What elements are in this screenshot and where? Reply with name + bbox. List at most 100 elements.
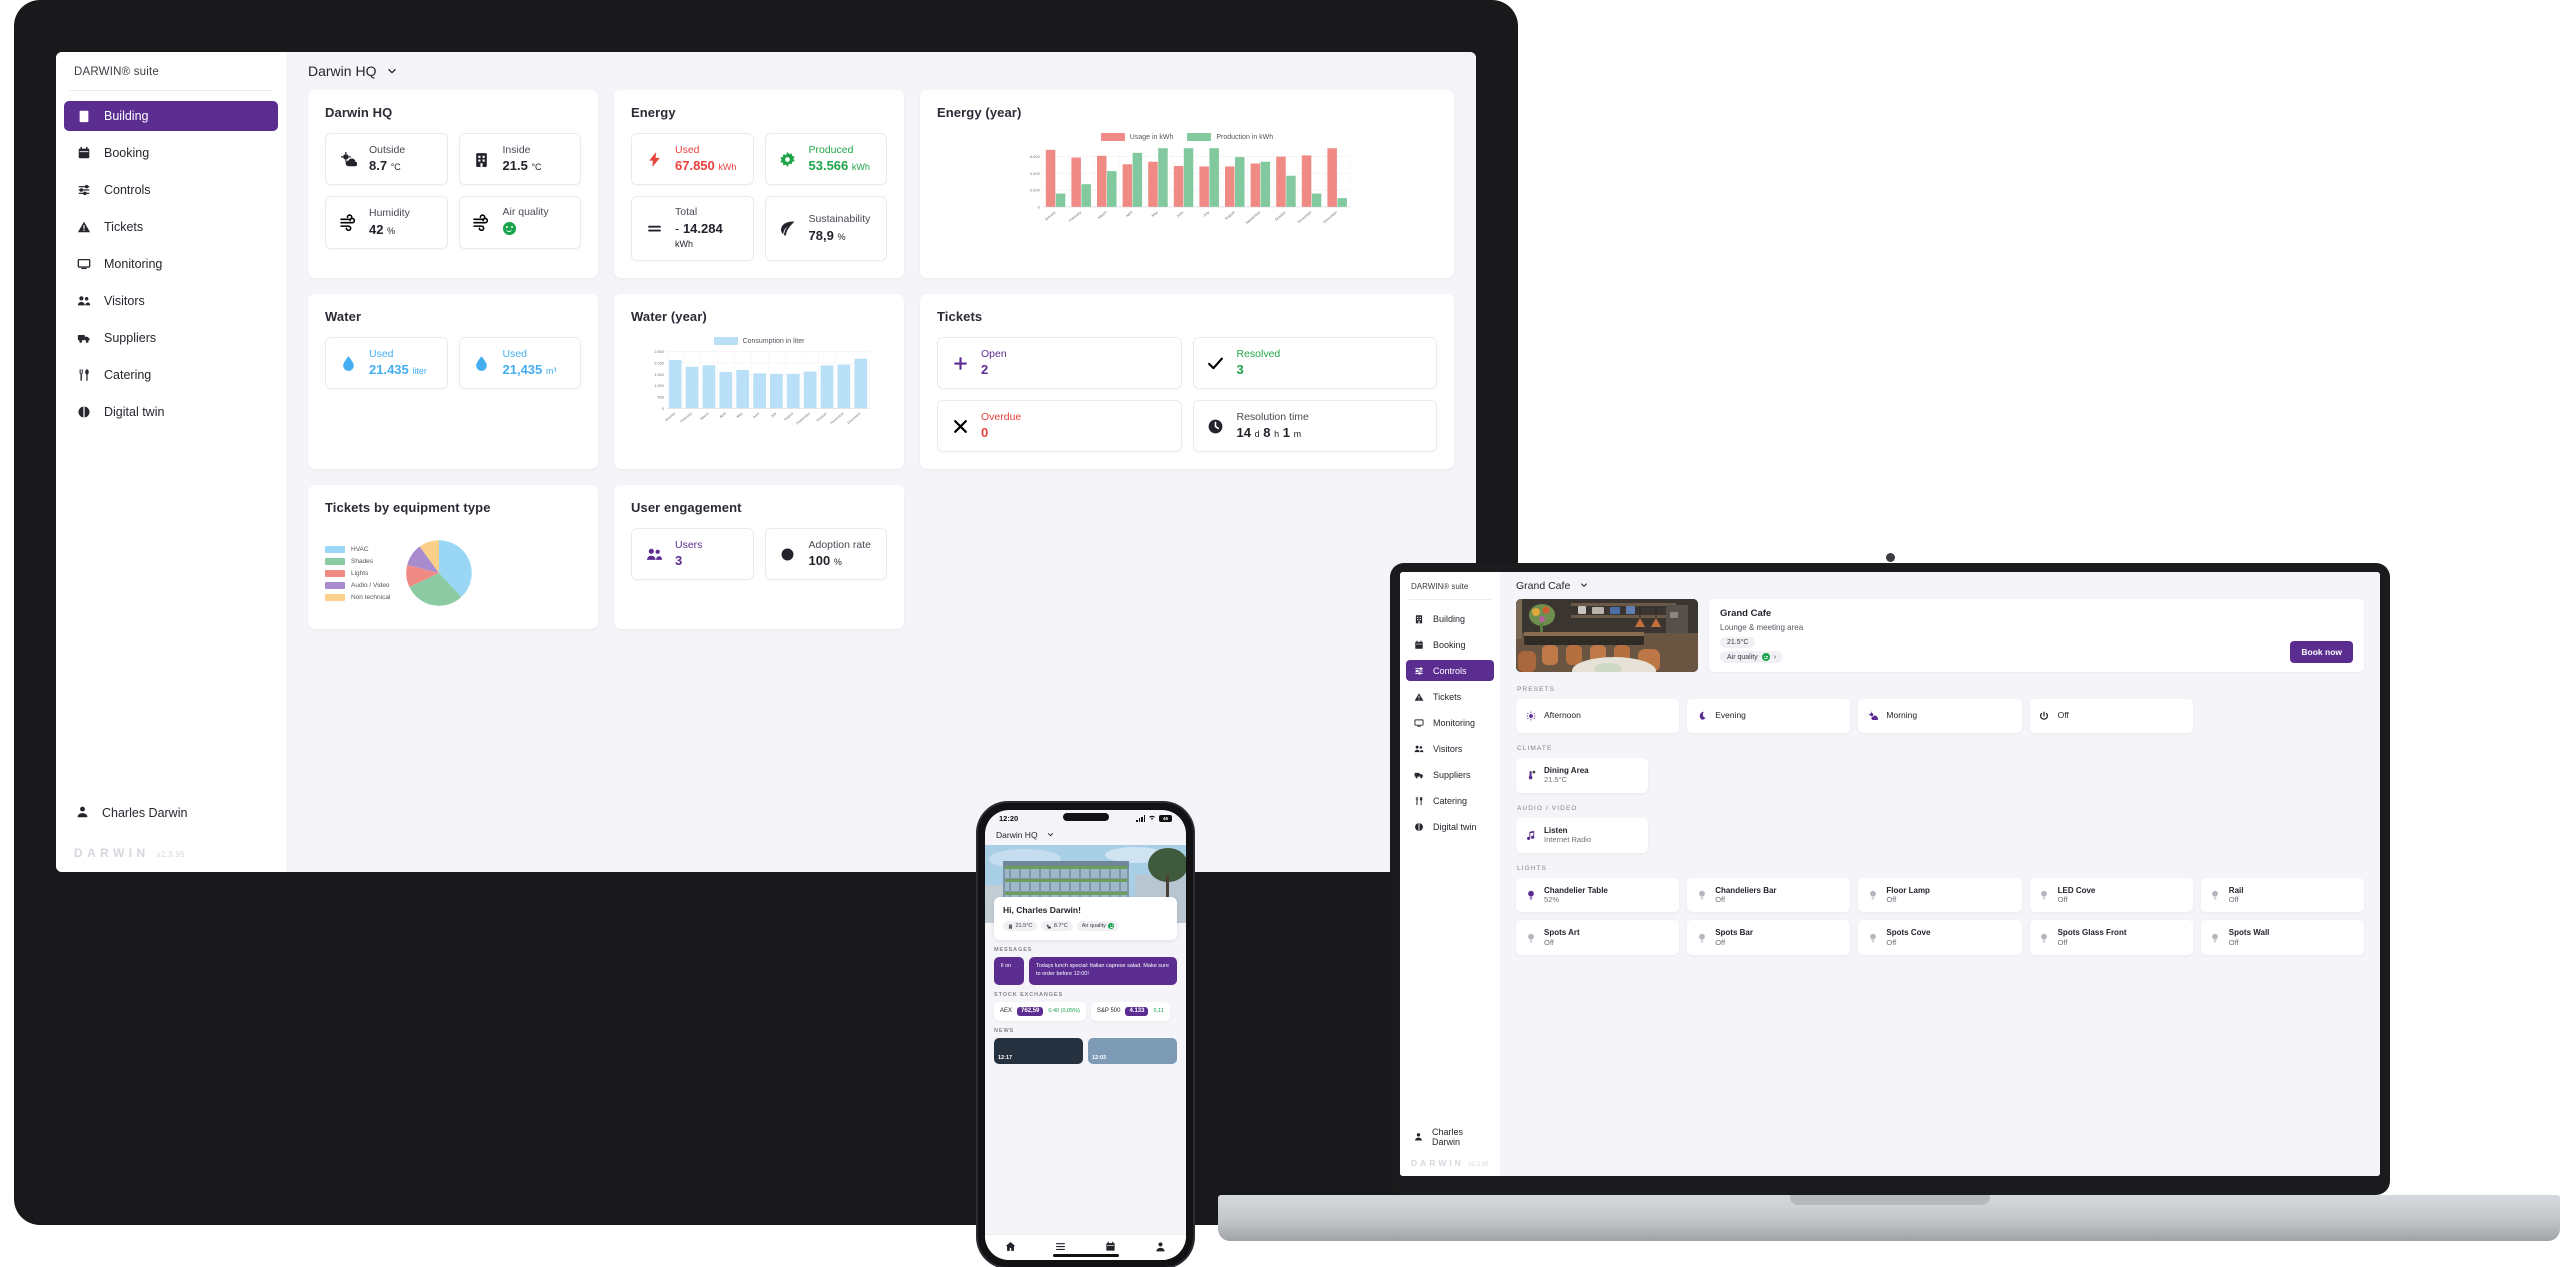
- sidebar-item-controls[interactable]: Controls: [64, 175, 278, 205]
- sidebar-item-digital-twin[interactable]: Digital twin: [1406, 816, 1494, 837]
- control-led-cove[interactable]: LED Cove Off: [2029, 877, 2193, 913]
- control-chandeliers-bar[interactable]: Chandeliers Bar Off: [1687, 877, 1851, 913]
- building-icon: [1415, 614, 1423, 623]
- control-spots-bar[interactable]: Spots Bar Off: [1687, 920, 1851, 956]
- building-icon: [476, 152, 487, 167]
- stock-card[interactable]: S&P 500 4.133 0,11: [1090, 1001, 1170, 1021]
- profile-icon: [1156, 1241, 1165, 1251]
- phone-status-chips: 21.5°C 8.7°C Air quality: [1003, 921, 1168, 931]
- bar: [1311, 193, 1322, 207]
- x-tick-label: September: [795, 411, 811, 426]
- card-user-engagement: User engagement Users 3 Adoption rate 100 %: [614, 485, 904, 630]
- tile-grid: Open 2 Resolved 3 Overdue 0 Resolution time 14 …: [937, 337, 1437, 453]
- control-floor-lamp[interactable]: Floor Lamp Off: [1858, 877, 2022, 913]
- control-morning[interactable]: Morning: [1858, 699, 2022, 733]
- x-tick-label: June: [752, 412, 760, 420]
- sidebar-item-tickets[interactable]: Tickets: [64, 212, 278, 242]
- control-evening[interactable]: Evening: [1687, 699, 1851, 733]
- legend-item: Usage in kWh: [1100, 133, 1173, 141]
- metric-tile[interactable]: Outside 8.7 °C: [325, 133, 448, 185]
- sidebar-item-booking[interactable]: Booking: [64, 138, 278, 168]
- metric-tile[interactable]: Inside 21.5 °C: [458, 133, 581, 185]
- metric-tile[interactable]: Produced 53.566 kWh: [764, 133, 887, 185]
- sidebar-item-label: Building: [104, 109, 149, 123]
- sidebar-item-catering[interactable]: Catering: [64, 360, 278, 390]
- control-spots-glass-front[interactable]: Spots Glass Front Off: [2029, 920, 2193, 956]
- control-spots-cove[interactable]: Spots Cove Off: [1858, 920, 2022, 956]
- moon-icon: [1699, 711, 1706, 720]
- phone-home-indicator: [1052, 1254, 1119, 1257]
- air-quality-chip[interactable]: Air quality ›: [1720, 651, 1784, 663]
- control-afternoon[interactable]: Afternoon: [1516, 699, 1680, 733]
- control-rail[interactable]: Rail Off: [2200, 877, 2364, 913]
- smiley-green-icon: [1108, 923, 1115, 929]
- sidebar-item-suppliers[interactable]: Suppliers: [64, 323, 278, 353]
- sidebar-item-visitors[interactable]: Visitors: [64, 286, 278, 316]
- book-now-button[interactable]: Book now: [2290, 641, 2353, 663]
- control-spots-wall[interactable]: Spots Wall Off: [2200, 920, 2364, 956]
- control-listen[interactable]: Listen Internet Radio: [1516, 817, 1648, 853]
- legend-item: Audio / Video: [325, 581, 390, 589]
- metric-tile[interactable]: Overdue 0: [937, 400, 1182, 453]
- sidebar-item-monitoring[interactable]: Monitoring: [64, 249, 278, 279]
- building-selector-label: Darwin HQ: [308, 63, 377, 79]
- tile-label: Used: [502, 347, 528, 360]
- energy-year-chart: Usage in kWh Production in kWh 0 2.000 4.00…: [937, 133, 1437, 244]
- tab-profile[interactable]: [1155, 1239, 1166, 1257]
- building-selector[interactable]: Darwin HQ: [308, 63, 397, 79]
- metric-tile[interactable]: Open 2: [937, 337, 1182, 390]
- laptop-user[interactable]: Charles Darwin: [1400, 1126, 1500, 1147]
- metric-tile[interactable]: Air quality: [458, 196, 581, 249]
- message-bubble[interactable]: Todays lunch special: Italian caprese sa…: [1029, 957, 1177, 985]
- message-bubble[interactable]: ll on: [994, 957, 1024, 985]
- desktop-user[interactable]: Charles Darwin: [56, 798, 286, 828]
- sidebar-item-controls[interactable]: Controls: [1406, 660, 1494, 681]
- control-name: Spots Art: [1544, 928, 1580, 938]
- cutlery-icon: [76, 368, 91, 383]
- bar: [1286, 175, 1296, 207]
- metric-tile[interactable]: Used 21,435 m³: [458, 337, 581, 390]
- phone-topbar[interactable]: Darwin HQ: [985, 825, 1186, 845]
- metric-tile[interactable]: Users 3: [631, 528, 754, 581]
- bar: [786, 373, 800, 409]
- sidebar-item-monitoring[interactable]: Monitoring: [1406, 712, 1494, 733]
- metric-tile[interactable]: Adoption rate 100 %: [764, 528, 887, 581]
- metric-tile[interactable]: Sustainability 78,9 %: [764, 196, 887, 262]
- stock-card[interactable]: AEX 762,59 0,40 (0,05%): [994, 1001, 1086, 1021]
- section-label: STOCK EXCHANGES: [994, 991, 1064, 998]
- control-dining-area[interactable]: Dining Area 21.5°C: [1516, 758, 1648, 793]
- control-chandelier-table[interactable]: Chandelier Table 52%: [1516, 877, 1680, 913]
- tile-value: 21.435: [369, 362, 409, 378]
- metric-tile[interactable]: Humidity 42 %: [325, 196, 448, 249]
- control-sections: PRESETS Afternoon Evening Morning Off CLIMATE…: [1516, 686, 2364, 956]
- room-selector[interactable]: Grand Cafe: [1516, 580, 1588, 592]
- sidebar-item-building[interactable]: Building: [64, 101, 278, 131]
- dashboard-row-2: Water Used 21.435 liter Used 21,435 m³ Wate…: [308, 294, 1454, 470]
- control-value: 21.5°C: [1544, 775, 1568, 785]
- tab-home[interactable]: [1005, 1239, 1016, 1257]
- tile-value-row: 21.435 liter: [369, 363, 427, 377]
- tile-value-row: 14 d 8 h 1 m: [1237, 426, 1309, 440]
- control-off[interactable]: Off: [2029, 699, 2193, 733]
- sidebar-item-label: Catering: [104, 368, 152, 382]
- moon-icon: [1696, 711, 1707, 721]
- sidebar-item-catering[interactable]: Catering: [1406, 790, 1494, 811]
- profile-icon: [1414, 1132, 1423, 1141]
- bar: [1225, 166, 1235, 207]
- sidebar-item-digital-twin[interactable]: Digital twin: [64, 397, 278, 427]
- news-card[interactable]: 12:17: [994, 1037, 1083, 1064]
- metric-tile[interactable]: Used 67.850 kWh: [631, 133, 754, 185]
- sidebar-item-suppliers[interactable]: Suppliers: [1406, 764, 1494, 785]
- metric-tile[interactable]: Resolution time 14 d 8 h 1 m: [1192, 400, 1437, 453]
- control-spots-art[interactable]: Spots Art Off: [1516, 920, 1680, 956]
- tile-label: Adoption rate: [808, 538, 871, 551]
- metric-tile[interactable]: Resolved 3: [1192, 337, 1437, 390]
- metric-tile[interactable]: Total - 14.284 kWh: [631, 196, 754, 262]
- sidebar-item-building[interactable]: Building: [1406, 608, 1494, 629]
- sidebar-item-visitors[interactable]: Visitors: [1406, 738, 1494, 759]
- cutlery-icon: [79, 369, 89, 381]
- sidebar-item-booking[interactable]: Booking: [1406, 634, 1494, 655]
- metric-tile[interactable]: Used 21.435 liter: [325, 337, 448, 390]
- news-card[interactable]: 12:03: [1088, 1037, 1177, 1064]
- sidebar-item-tickets[interactable]: Tickets: [1406, 686, 1494, 707]
